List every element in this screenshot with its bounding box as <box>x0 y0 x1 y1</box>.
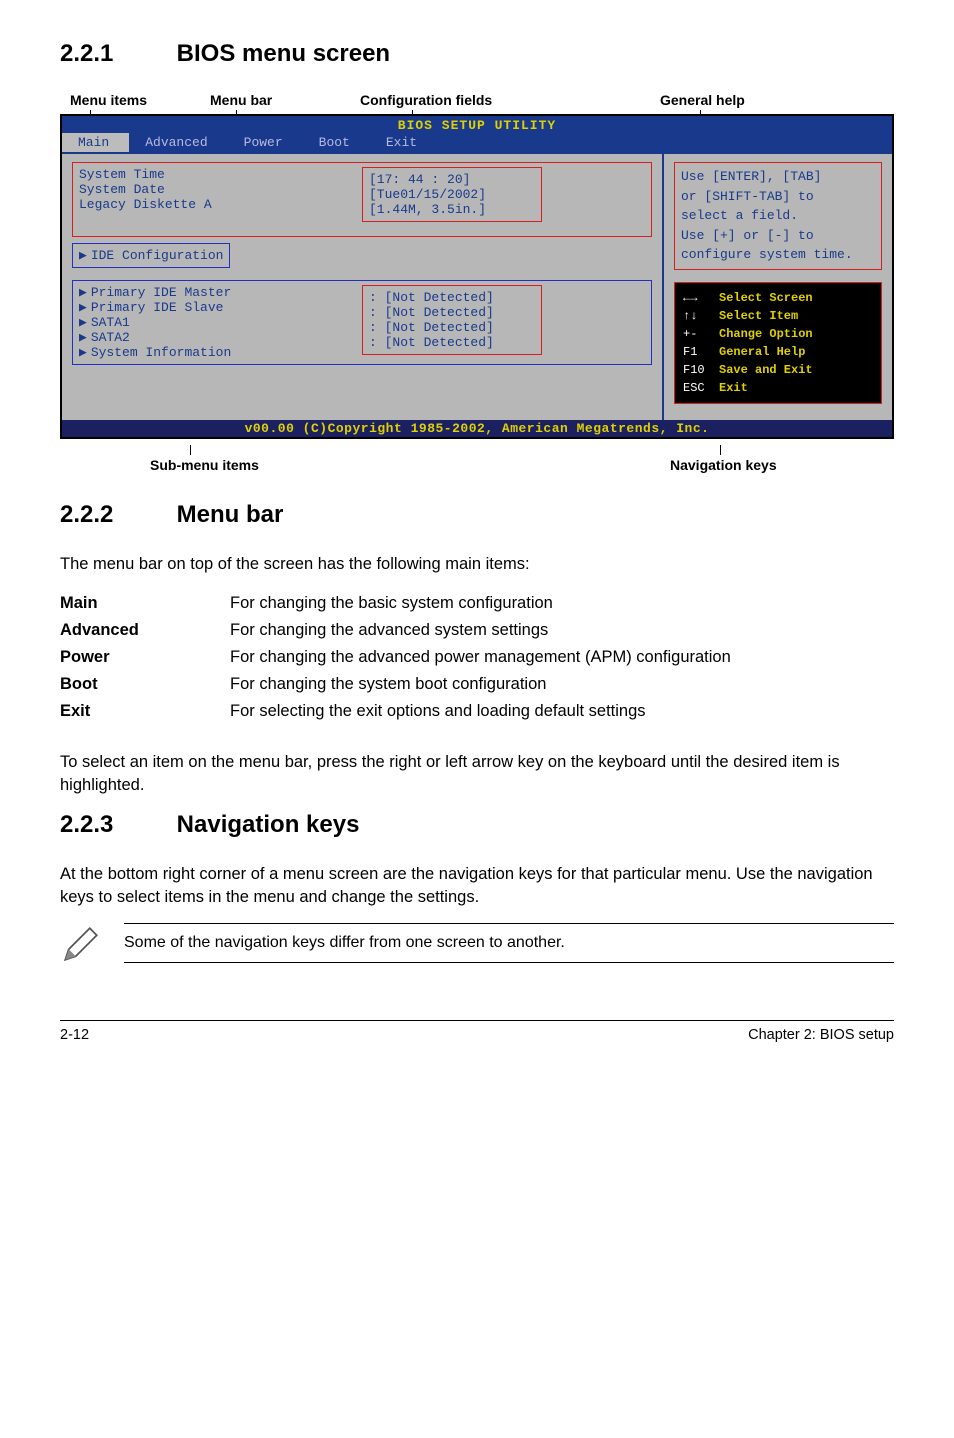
bios-tab-main[interactable]: Main <box>62 133 129 152</box>
section-number: 2.2.3 <box>60 811 170 839</box>
bios-menubar: Main Advanced Power Boot Exit <box>62 133 892 154</box>
value-pri-master: : [Not Detected] <box>369 290 535 305</box>
value-sata1: : [Not Detected] <box>369 320 535 335</box>
navkey-row: ←→Select Screen <box>683 289 873 307</box>
label-sub-menu-items: Sub-menu items <box>150 445 259 473</box>
section-number: 2.2.2 <box>60 501 170 529</box>
field-system-date-value[interactable]: [Tue01/15/2002] <box>369 187 535 202</box>
bios-tab-boot[interactable]: Boot <box>303 133 370 152</box>
bios-tab-exit[interactable]: Exit <box>370 133 437 152</box>
bios-tab-advanced[interactable]: Advanced <box>129 133 227 152</box>
table-row: AdvancedFor changing the advanced system… <box>60 617 894 644</box>
field-system-date-label[interactable]: System Date <box>79 182 279 197</box>
triangle-icon: ▶ <box>79 330 87 345</box>
submenu-group-1: ▶ IDE Configuration <box>72 243 230 268</box>
config-fields-group: [17: 44 : 20] [Tue01/15/2002] [1.44M, 3.… <box>362 167 542 222</box>
triangle-icon: ▶ <box>79 315 87 330</box>
submenu-sata2[interactable]: SATA2 <box>91 330 291 345</box>
navkey-row: ↑↓Select Item <box>683 307 873 325</box>
navkey-desc: Select Item <box>719 309 798 323</box>
navkey-row: F10Save and Exit <box>683 361 873 379</box>
pencil-icon <box>60 923 102 970</box>
triangle-icon: ▶ <box>79 300 87 315</box>
navkey-desc: Save and Exit <box>719 363 813 377</box>
def-term: Advanced <box>60 617 230 644</box>
submenu-primary-ide-master[interactable]: Primary IDE Master <box>91 285 291 300</box>
def-desc: For selecting the exit options and loadi… <box>230 698 894 725</box>
field-system-time-label[interactable]: System Time <box>79 167 279 182</box>
navkeys-paragraph: At the bottom right corner of a menu scr… <box>60 863 894 909</box>
bios-footer: v00.00 (C)Copyright 1985-2002, American … <box>62 420 892 437</box>
navkey-desc: Exit <box>719 381 748 395</box>
value-sata2: : [Not Detected] <box>369 335 535 350</box>
navkey-key: ↑↓ <box>683 307 719 325</box>
def-term: Power <box>60 644 230 671</box>
submenu-primary-ide-slave[interactable]: Primary IDE Slave <box>91 300 291 315</box>
submenu-group-2: ▶ Primary IDE Master : [Not Detected] : [… <box>72 280 652 365</box>
navkey-row: F1General Help <box>683 343 873 361</box>
config-fields-group-2: : [Not Detected] : [Not Detected] : [Not… <box>362 285 542 355</box>
field-legacy-diskette-value[interactable]: [1.44M, 3.5in.] <box>369 202 535 217</box>
navkey-key: F1 <box>683 343 719 361</box>
section-heading-navigation-keys: 2.2.3 Navigation keys <box>60 811 894 839</box>
section-heading-bios-menu-screen: 2.2.1 BIOS menu screen <box>60 40 894 68</box>
def-term: Main <box>60 590 230 617</box>
def-desc: For changing the advanced system setting… <box>230 617 894 644</box>
navkey-key: +- <box>683 325 719 343</box>
def-desc: For changing the advanced power manageme… <box>230 644 894 671</box>
submenu-ide-configuration[interactable]: IDE Configuration <box>91 248 224 263</box>
section-title: Menu bar <box>177 501 284 528</box>
navkey-key: ESC <box>683 379 719 397</box>
value-pri-slave: : [Not Detected] <box>369 305 535 320</box>
submenu-system-information[interactable]: System Information <box>91 345 291 360</box>
field-legacy-diskette-label[interactable]: Legacy Diskette A <box>79 197 279 212</box>
triangle-icon: ▶ <box>79 285 87 300</box>
bios-panel: BIOS SETUP UTILITY Main Advanced Power B… <box>60 114 894 439</box>
section-number: 2.2.1 <box>60 40 170 68</box>
bios-right-pane: Use [ENTER], [TAB] or [SHIFT-TAB] to sel… <box>662 154 892 420</box>
navkey-row: +-Change Option <box>683 325 873 343</box>
def-term: Exit <box>60 698 230 725</box>
triangle-icon: ▶ <box>79 345 87 360</box>
section-title: BIOS menu screen <box>177 40 390 67</box>
section-title: Navigation keys <box>177 811 360 838</box>
table-row: PowerFor changing the advanced power man… <box>60 644 894 671</box>
navkey-row: ESCExit <box>683 379 873 397</box>
triangle-icon: ▶ <box>79 248 87 263</box>
note-row: Some of the navigation keys differ from … <box>60 923 894 970</box>
bios-left-pane: System Time [17: 44 : 20] [Tue01/15/2002… <box>62 154 662 420</box>
def-term: Boot <box>60 671 230 698</box>
def-desc: For changing the basic system configurat… <box>230 590 894 617</box>
menubar-intro: The menu bar on top of the screen has th… <box>60 553 894 576</box>
navkey-desc: Select Screen <box>719 291 813 305</box>
navkey-desc: General Help <box>719 345 805 359</box>
bottom-labels-row: Sub-menu items Navigation keys <box>60 445 894 467</box>
field-system-time-value[interactable]: [17: 44 : 20] <box>369 172 535 187</box>
navkey-key: F10 <box>683 361 719 379</box>
navigation-keys-box: ←→Select Screen↑↓Select Item+-Change Opt… <box>674 282 882 404</box>
chapter-label: Chapter 2: BIOS setup <box>748 1027 894 1043</box>
note-text: Some of the navigation keys differ from … <box>124 923 894 963</box>
label-navigation-keys: Navigation keys <box>670 445 777 473</box>
menubar-tail: To select an item on the menu bar, press… <box>60 751 894 797</box>
navkey-key: ←→ <box>683 289 719 307</box>
page-footer: 2-12 Chapter 2: BIOS setup <box>60 1020 894 1043</box>
menu-items-group: System Time [17: 44 : 20] [Tue01/15/2002… <box>72 162 652 237</box>
table-row: ExitFor selecting the exit options and l… <box>60 698 894 725</box>
def-desc: For changing the system boot configurati… <box>230 671 894 698</box>
page-number: 2-12 <box>60 1027 89 1043</box>
bios-tab-power[interactable]: Power <box>228 133 303 152</box>
navkey-desc: Change Option <box>719 327 813 341</box>
submenu-sata1[interactable]: SATA1 <box>91 315 291 330</box>
bios-title: BIOS SETUP UTILITY <box>62 116 892 133</box>
table-row: BootFor changing the system boot configu… <box>60 671 894 698</box>
menubar-definitions-table: MainFor changing the basic system config… <box>60 590 894 725</box>
top-labels-row: Menu items Menu bar Configuration fields… <box>60 92 894 114</box>
table-row: MainFor changing the basic system config… <box>60 590 894 617</box>
general-help-text: Use [ENTER], [TAB] or [SHIFT-TAB] to sel… <box>674 162 882 270</box>
section-heading-menu-bar: 2.2.2 Menu bar <box>60 501 894 529</box>
